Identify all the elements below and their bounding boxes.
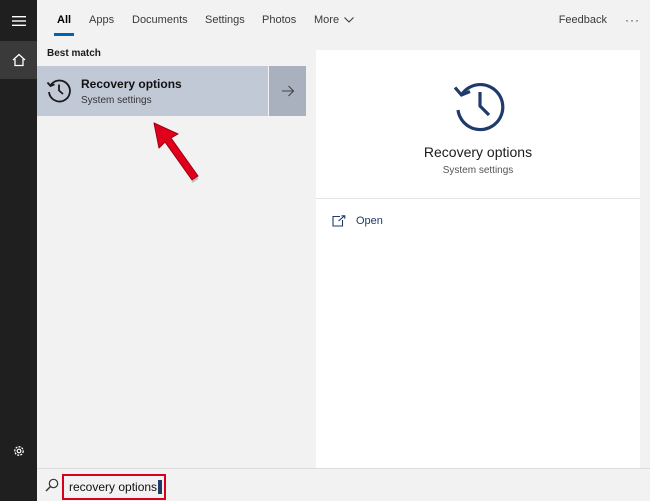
result-subtitle: System settings <box>81 95 152 106</box>
filter-tab-bar: All Apps Documents Settings Photos More … <box>37 0 650 40</box>
home-icon <box>12 53 25 67</box>
open-details-button[interactable] <box>269 66 306 116</box>
tab-photos[interactable]: Photos <box>262 0 296 40</box>
search-query: recovery options <box>69 480 158 494</box>
open-external-icon <box>332 215 346 227</box>
history-clock-icon <box>453 83 505 132</box>
tab-settings[interactable]: Settings <box>205 0 245 40</box>
result-title: Recovery options <box>81 77 182 91</box>
open-label: Open <box>356 215 383 227</box>
tab-apps[interactable]: Apps <box>89 0 114 40</box>
results-panel: Best match Recovery options System setti… <box>37 40 306 468</box>
history-clock-icon <box>46 79 71 103</box>
preview-subtitle: System settings <box>442 165 514 176</box>
hamburger-icon <box>11 16 26 26</box>
divider <box>316 198 640 199</box>
tab-more[interactable]: More <box>314 0 354 40</box>
best-match-result[interactable]: Recovery options System settings <box>37 66 268 116</box>
more-options-button[interactable]: ··· <box>625 0 640 40</box>
tab-documents[interactable]: Documents <box>132 0 188 40</box>
search-icon <box>45 478 59 492</box>
feedback-link[interactable]: Feedback <box>559 0 607 40</box>
left-rail <box>0 0 37 501</box>
home-button[interactable] <box>0 41 37 79</box>
annotation-arrow-icon <box>153 122 199 183</box>
section-heading: Best match <box>47 48 101 59</box>
open-action[interactable]: Open <box>332 213 383 229</box>
search-input[interactable]: recovery options <box>62 474 166 500</box>
preview-title: Recovery options <box>423 144 533 160</box>
search-bar: recovery options <box>37 468 650 501</box>
text-caret <box>158 480 163 494</box>
arrow-right-icon <box>281 85 294 97</box>
settings-button[interactable] <box>0 432 37 470</box>
gear-icon <box>13 446 24 456</box>
chevron-down-icon <box>344 17 354 23</box>
hamburger-menu-button[interactable] <box>0 2 37 40</box>
tab-all[interactable]: All <box>53 0 75 40</box>
preview-panel: Recovery options System settings Open <box>316 50 640 468</box>
ellipsis-icon: ··· <box>625 13 640 27</box>
